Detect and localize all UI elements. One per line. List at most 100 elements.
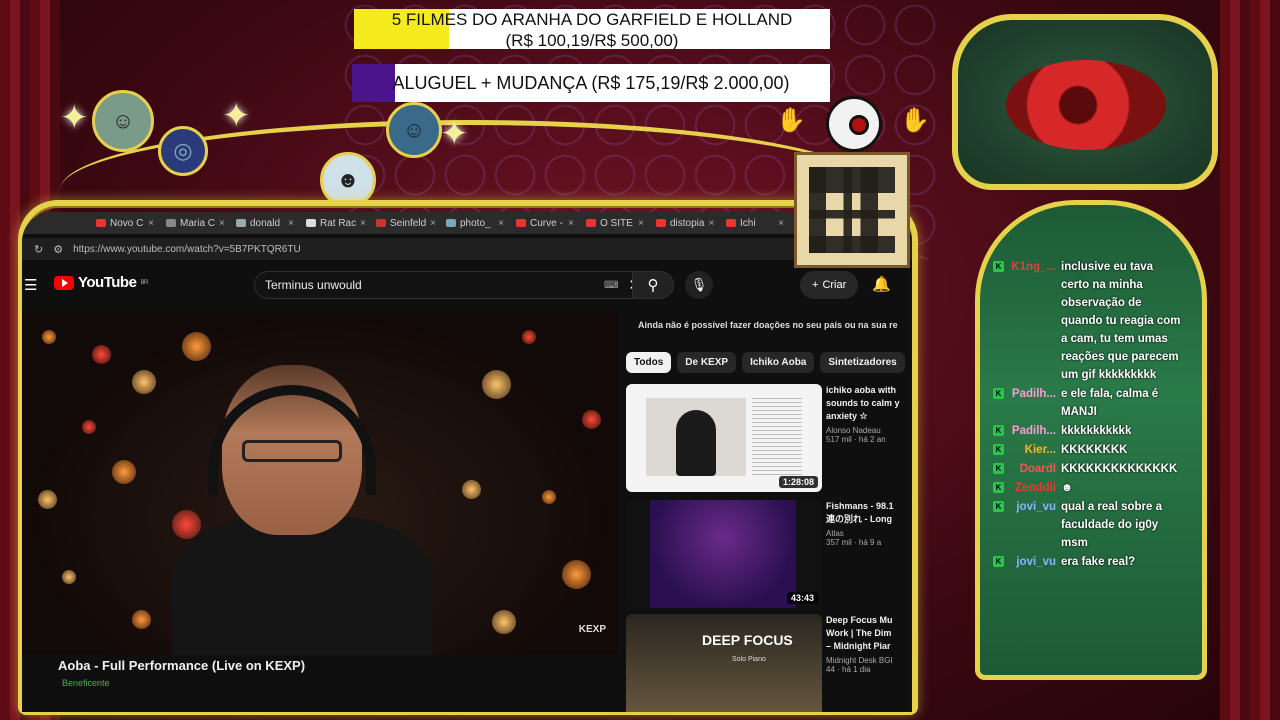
chat-message: K Padilh... kkkkkkkkkkk [993, 422, 1183, 440]
chat-message: K K1ng_... inclusive eu tava certo na minh… [993, 258, 1183, 384]
browser-tab[interactable]: Seinfeld × [372, 218, 438, 229]
chat-username[interactable]: jovi_vu [1008, 553, 1056, 571]
goal-title: 5 FILMES DO ARANHA DO GARFIELD E HOLLAND [391, 10, 793, 29]
search-input[interactable]: Terminus unwould ⌨ ✕ [254, 271, 652, 299]
browser-tab[interactable]: O SITE × [582, 218, 648, 229]
browser-tab[interactable]: Novo C × [92, 218, 158, 229]
tab-favicon-icon [236, 219, 246, 227]
browser-tab[interactable]: Maria C × [162, 218, 228, 229]
reload-icon[interactable]: ↻ [34, 243, 43, 256]
site-info-icon[interactable]: ⚙ [53, 243, 63, 256]
filter-chips: Todos De KEXP Ichiko Aoba Sintetizadores [626, 352, 905, 373]
tab-label: Rat Rac [320, 217, 357, 229]
mascot-head [826, 96, 882, 152]
url-text[interactable]: https://www.youtube.com/watch?v=5B7PKTQR… [73, 244, 822, 255]
video-player[interactable]: KEXP [22, 310, 618, 655]
chat-text: inclusive eu tava certo na minha observa… [1061, 261, 1181, 381]
keyboard-icon[interactable]: ⌨ [604, 280, 618, 291]
video-meta: Fishmans - 98.1 連の別れ - Long Atlas 357 mi… [826, 500, 906, 547]
filter-chip[interactable]: Ichiko Aoba [742, 352, 815, 373]
bokeh-light [132, 610, 151, 629]
eye-frame [952, 14, 1218, 190]
bokeh-light [132, 370, 156, 394]
performer-body [172, 515, 432, 655]
goal-bar-movies: 5 FILMES DO ARANHA DO GARFIELD E HOLLAND… [354, 9, 830, 50]
browser-tab[interactable]: photo_ × [442, 218, 508, 229]
kick-badge-icon: K [993, 261, 1004, 272]
search-button[interactable]: ⚲ [632, 271, 674, 299]
red-eye-icon [1006, 60, 1166, 150]
chat-message: Kjovi_vu era fake real? [993, 553, 1183, 571]
close-tab-icon[interactable]: × [708, 218, 714, 229]
close-tab-icon[interactable]: × [778, 218, 784, 229]
notifications-bell-icon[interactable]: 🔔 [872, 275, 891, 293]
chat-username[interactable]: jovi_vu [1008, 498, 1056, 552]
tab-label: photo_ [460, 217, 491, 229]
tab-label: distopia [670, 217, 705, 229]
close-tab-icon[interactable]: × [498, 218, 504, 229]
channel-subtitle[interactable]: Beneficente [62, 678, 110, 688]
chat-username[interactable]: Padilh... [1008, 422, 1056, 440]
youtube-logo[interactable]: YouTube BR [54, 274, 148, 291]
chat-username[interactable]: K1ng_... [1008, 258, 1056, 384]
recommendation-item[interactable]: DEEP FOCUS Solo Piano Deep Focus Mu Work… [626, 614, 906, 712]
close-tab-icon[interactable]: × [638, 218, 644, 229]
close-tab-icon[interactable]: × [430, 218, 436, 229]
chat-message: K Kier... KKKKKKKK [993, 441, 1183, 459]
tracklist [752, 398, 802, 476]
kick-badge-icon: K [993, 482, 1004, 493]
bokeh-light [522, 330, 536, 344]
browser-tab[interactable]: distopia × [652, 218, 718, 229]
menu-icon[interactable]: ☰ [24, 276, 37, 294]
chat-message: K Padilh... e ele fala, calma é MANJI [993, 385, 1183, 421]
video-thumbnail[interactable]: 1:28:08 [626, 384, 822, 492]
filter-chip[interactable]: Sintetizadores [820, 352, 905, 373]
chat-username[interactable]: Zenddii [1008, 479, 1056, 497]
tab-favicon-icon [446, 219, 456, 227]
bokeh-light [62, 570, 76, 584]
video-stats: 44 · há 1 dia [826, 665, 871, 674]
recommendation-item[interactable]: 43:43 Fishmans - 98.1 連の別れ - Long Atlas … [626, 500, 906, 608]
address-bar[interactable]: ↻ ⚙ https://www.youtube.com/watch?v=5B7P… [22, 238, 912, 260]
browser-tab[interactable]: Ichi × [722, 218, 788, 229]
filter-chip[interactable]: Todos [626, 352, 672, 373]
tab-label: Ichi [740, 217, 756, 229]
browser-tab[interactable]: Rat Rac × [302, 218, 368, 229]
create-button[interactable]: + Criar [800, 271, 859, 299]
chat-username[interactable]: Kier... [1008, 441, 1056, 459]
video-title-line: Fishmans - 98.1 [826, 501, 894, 511]
chat-username[interactable]: DoardI [1008, 460, 1056, 478]
chat-message: Kjovi_vu qual a real sobre a faculdade do… [993, 498, 1183, 552]
youtube-logo-text: YouTube [78, 274, 137, 291]
region-code: BR [140, 279, 148, 286]
recommendation-item[interactable]: 1:28:08 ichiko aoba with sounds to calm … [626, 384, 906, 492]
video-title-line: Deep Focus Mu [826, 615, 893, 625]
qr-code [794, 152, 910, 268]
tab-label: Curve - [530, 217, 563, 229]
chat-text: e ele fala, calma é MANJI [1061, 388, 1159, 418]
chat-text: KKKKKKKKKKKKKK [1061, 463, 1178, 475]
tab-label: Novo C [110, 217, 144, 229]
youtube-header: ☰ YouTube BR Terminus unwould ⌨ ✕ ⚲ 🎙 + … [22, 268, 912, 299]
close-tab-icon[interactable]: × [568, 218, 574, 229]
filter-chip[interactable]: De KEXP [677, 352, 737, 373]
tab-favicon-icon [726, 219, 736, 227]
browser-tab[interactable]: Curve - × [512, 218, 578, 229]
tab-favicon-icon [656, 219, 666, 227]
sparkle-icon: ✦ [440, 115, 469, 153]
chat-username[interactable]: Padilh... [1008, 385, 1056, 421]
video-thumbnail[interactable]: 43:43 [626, 500, 822, 608]
bokeh-light [112, 460, 136, 484]
close-tab-icon[interactable]: × [148, 218, 154, 229]
browser-tab[interactable]: donald × [232, 218, 298, 229]
close-tab-icon[interactable]: × [360, 218, 366, 229]
kick-badge-icon: K [993, 556, 1004, 567]
video-thumbnail[interactable]: DEEP FOCUS Solo Piano [626, 614, 822, 712]
voice-search-button[interactable]: 🎙 [685, 271, 713, 299]
kick-badge-icon: K [993, 444, 1004, 455]
kexp-watermark: KEXP [578, 624, 606, 635]
tab-favicon-icon [586, 219, 596, 227]
close-tab-icon[interactable]: × [219, 218, 225, 229]
spiral-icon: ◎ [158, 126, 208, 176]
close-tab-icon[interactable]: × [288, 218, 294, 229]
